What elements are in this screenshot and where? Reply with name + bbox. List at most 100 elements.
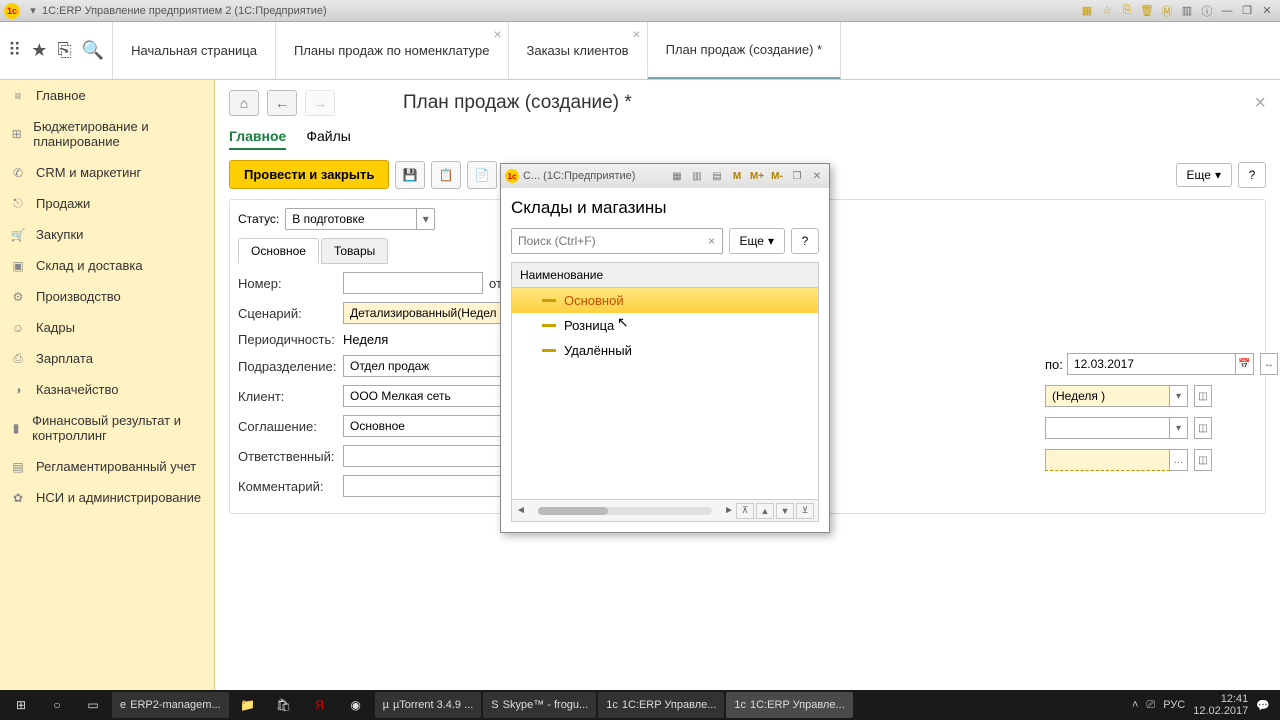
- clock[interactable]: 12:41 12.02.2017: [1193, 693, 1248, 717]
- m-plus-button[interactable]: M+: [749, 168, 765, 184]
- calendar-icon[interactable]: 📅: [1236, 353, 1254, 375]
- m-minus-button[interactable]: M-: [769, 168, 785, 184]
- search-button[interactable]: ○: [40, 692, 74, 718]
- star-icon[interactable]: ★: [31, 40, 47, 61]
- dept-input[interactable]: [343, 355, 508, 377]
- home-button[interactable]: ⌂: [229, 90, 259, 116]
- tool-icon[interactable]: ▤: [709, 168, 725, 184]
- tray-icon[interactable]: ⎚: [1146, 699, 1155, 712]
- open-button[interactable]: ◫: [1194, 449, 1212, 471]
- client-input[interactable]: [343, 385, 508, 407]
- sidebar-item-main[interactable]: ≡Главное: [0, 80, 214, 111]
- agreement-input[interactable]: [343, 415, 508, 437]
- scroll-right-icon[interactable]: ►: [724, 505, 734, 516]
- taskbar-item-skype[interactable]: S Skype™ - frogu...: [483, 692, 596, 718]
- forward-button[interactable]: →: [305, 90, 335, 116]
- toolbar-icon[interactable]: Ⓜ: [1158, 3, 1176, 19]
- scenario-input[interactable]: [343, 302, 508, 324]
- tool-icon[interactable]: ▥: [689, 168, 705, 184]
- search-icon[interactable]: 🔍: [82, 40, 104, 61]
- close-icon[interactable]: ×: [493, 26, 501, 42]
- sidebar-item-budgeting[interactable]: ⊞Бюджетирование и планирование: [0, 111, 214, 157]
- sidebar-item-accounting[interactable]: ▤Регламентированный учет: [0, 451, 214, 482]
- refresh-button[interactable]: ↔: [1260, 353, 1278, 375]
- taskbar-store[interactable]: 🛍: [267, 692, 301, 718]
- list-item[interactable]: Розница: [512, 313, 818, 338]
- popup-help-button[interactable]: ?: [791, 228, 819, 254]
- post-button[interactable]: 📋: [431, 161, 461, 189]
- toolbar-icon[interactable]: ▥: [1178, 3, 1196, 19]
- taskbar-item-edge[interactable]: e ERP2-managem...: [112, 692, 229, 718]
- last-button[interactable]: ⊻: [796, 503, 814, 519]
- tab-orders[interactable]: Заказы клиентов×: [509, 22, 648, 79]
- start-button[interactable]: ⊞: [4, 692, 38, 718]
- taskbar-chrome[interactable]: ◉: [339, 692, 373, 718]
- tab-home[interactable]: Начальная страница: [113, 22, 276, 79]
- notifications-icon[interactable]: 💬: [1256, 699, 1270, 712]
- scroll-left-icon[interactable]: ◄: [516, 505, 526, 516]
- popup-more-button[interactable]: Еще▾: [729, 228, 785, 254]
- clear-icon[interactable]: ×: [702, 229, 722, 253]
- toolbar-icon[interactable]: ▦: [1078, 3, 1096, 19]
- scrollbar[interactable]: [538, 507, 712, 515]
- up-button[interactable]: ▲: [756, 503, 774, 519]
- subtab-main[interactable]: Главное: [229, 124, 286, 150]
- list-item[interactable]: Удалённый: [512, 338, 818, 363]
- comment-input[interactable]: [343, 475, 508, 497]
- chevron-down-icon[interactable]: ▾: [1170, 385, 1188, 407]
- sidebar-item-hr[interactable]: ☺Кадры: [0, 312, 214, 343]
- first-button[interactable]: ⊼: [736, 503, 754, 519]
- back-button[interactable]: ←: [267, 90, 297, 116]
- language-indicator[interactable]: РУС: [1163, 699, 1185, 711]
- toolbar-icon[interactable]: 🗑: [1138, 3, 1156, 19]
- restore-icon[interactable]: ❐: [789, 168, 805, 184]
- taskbar-item-1c[interactable]: 1c 1C:ERP Управле...: [598, 692, 724, 718]
- open-button[interactable]: ◫: [1194, 417, 1212, 439]
- popup-titlebar[interactable]: 1c С... (1С:Предприятие) ▦ ▥ ▤ M M+ M- ❐…: [501, 164, 829, 188]
- sidebar-item-treasury[interactable]: ◑Казначейство: [0, 374, 214, 405]
- toolbar-icon[interactable]: ☆: [1098, 3, 1116, 19]
- scenario-right-input[interactable]: [1045, 385, 1170, 407]
- status-select[interactable]: ▾: [285, 208, 435, 230]
- tray-up-icon[interactable]: ˄: [1132, 699, 1138, 711]
- list-item[interactable]: Основной: [512, 288, 818, 313]
- tab-sales-plan-create[interactable]: План продаж (создание) *: [648, 22, 842, 79]
- dropdown-icon[interactable]: ▾: [24, 3, 42, 19]
- number-input[interactable]: [343, 272, 483, 294]
- open-button[interactable]: ◫: [1194, 385, 1212, 407]
- taskbar-item-1c-active[interactable]: 1c 1C:ERP Управле...: [726, 692, 852, 718]
- taskview-button[interactable]: ▭: [76, 692, 110, 718]
- sidebar-item-admin[interactable]: ✿НСИ и администрирование: [0, 482, 214, 513]
- save-button[interactable]: 💾: [395, 161, 425, 189]
- tab-basic[interactable]: Основное: [238, 238, 319, 264]
- sidebar-item-finance[interactable]: ▮Финансовый результат и контроллинг: [0, 405, 214, 451]
- tool-icon[interactable]: ▦: [669, 168, 685, 184]
- more-button[interactable]: Еще▾: [1176, 163, 1232, 187]
- close-page-button[interactable]: ×: [1254, 92, 1266, 115]
- sidebar-item-salary[interactable]: ⎙Зарплата: [0, 343, 214, 374]
- toolbar-icon[interactable]: ⎘: [1118, 3, 1136, 19]
- taskbar-explorer[interactable]: 📁: [231, 692, 265, 718]
- warehouse-input[interactable]: [1045, 449, 1170, 471]
- close-icon[interactable]: ×: [632, 26, 640, 42]
- close-icon[interactable]: ✕: [1258, 3, 1276, 19]
- chevron-down-icon[interactable]: ▾: [1170, 417, 1188, 439]
- tab-sales-plans[interactable]: Планы продаж по номенклатуре×: [276, 22, 509, 79]
- tab-goods[interactable]: Товары: [321, 238, 388, 264]
- taskbar-item-utorrent[interactable]: µ µTorrent 3.4.9 ...: [375, 692, 482, 718]
- restore-icon[interactable]: ❐: [1238, 3, 1256, 19]
- help-button[interactable]: ?: [1238, 162, 1266, 188]
- chevron-down-icon[interactable]: ▾: [416, 209, 434, 229]
- close-icon[interactable]: ✕: [809, 168, 825, 184]
- responsible-input[interactable]: [343, 445, 508, 467]
- to-date-input[interactable]: [1067, 353, 1236, 375]
- sidebar-item-crm[interactable]: ✆CRM и маркетинг: [0, 157, 214, 188]
- search-input[interactable]: [512, 229, 702, 253]
- taskbar-yandex[interactable]: Я: [303, 692, 337, 718]
- subtab-files[interactable]: Файлы: [306, 124, 350, 150]
- field-input[interactable]: [1045, 417, 1170, 439]
- post-and-close-button[interactable]: Провести и закрыть: [229, 160, 389, 189]
- search-field[interactable]: ×: [511, 228, 723, 254]
- sidebar-item-production[interactable]: ⚙Производство: [0, 281, 214, 312]
- ellipsis-button[interactable]: …: [1170, 449, 1188, 471]
